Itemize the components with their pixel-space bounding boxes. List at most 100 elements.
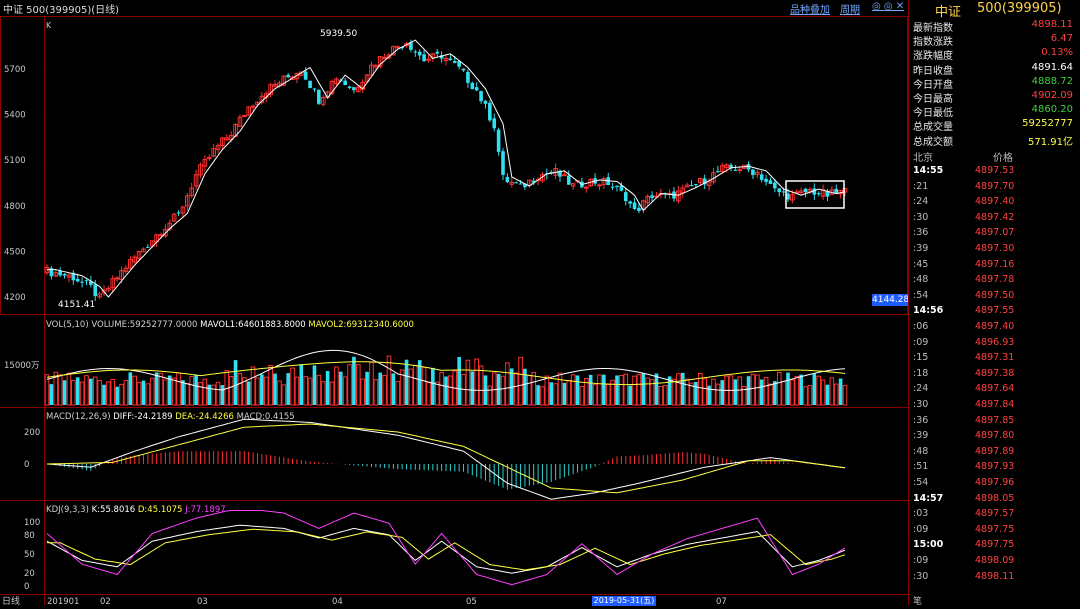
panel-borders	[0, 16, 908, 605]
volume-bar	[825, 384, 830, 405]
volume-bar	[491, 372, 497, 406]
macd-diff-line	[46, 418, 846, 500]
volume-bar	[373, 379, 379, 406]
volume-bar	[71, 379, 76, 406]
volume-bar	[207, 384, 212, 405]
volume-bar	[829, 377, 835, 406]
candle-body	[461, 68, 466, 71]
candle-body	[242, 114, 247, 117]
quote-row: 指数涨跌 6.47	[909, 33, 1080, 48]
volume-bar	[185, 383, 190, 406]
volume-bar	[605, 383, 611, 406]
kdj-legend: KDJ(9,3,3) K:55.8016 D:45.1075 J:77.1897	[46, 505, 226, 515]
volume-bar	[544, 375, 550, 406]
volume-bar	[676, 373, 681, 406]
tick-time: :18	[913, 367, 929, 379]
macd-legend: MACD(12,26,9) DIFF:-24.2189 DEA:-24.4266…	[46, 412, 295, 422]
volume-bar	[641, 373, 646, 405]
volume-bar	[694, 381, 698, 405]
candle-body	[637, 207, 641, 211]
candle-body	[466, 71, 470, 83]
kline-chart[interactable]: 57005400510048004500420015000万2000100805…	[0, 16, 908, 607]
tick-time: :30	[913, 399, 929, 410]
candle-body	[75, 278, 80, 282]
candle-body	[632, 202, 637, 210]
quote-label: 涨跌幅度	[913, 51, 953, 63]
tick-row: :39 4897.80	[909, 430, 1080, 446]
candle-body	[501, 151, 505, 175]
trade-tab[interactable]: 笔	[913, 594, 922, 607]
tick-time: :45	[913, 258, 929, 270]
volume-bar	[84, 375, 89, 406]
candle-body	[773, 182, 777, 189]
volume-bar	[746, 376, 751, 405]
candle-body	[474, 87, 479, 91]
volume-bar	[562, 382, 567, 405]
quote-row: 涨跌幅度 0.13%	[909, 47, 1080, 63]
volume-bar	[711, 378, 716, 406]
tick-time: 15:00	[913, 539, 944, 551]
volume-bar	[110, 379, 116, 406]
volume-bar	[448, 375, 453, 406]
kdj-y-tick: 0	[24, 582, 29, 592]
candle-body	[146, 246, 150, 248]
candle-body	[562, 174, 567, 177]
volume-bar	[342, 376, 348, 406]
volume-legend-item: VOL(5,10) VOLUME:59252777.0000	[46, 320, 197, 330]
quote-row: 总成交量 59252777	[909, 118, 1080, 133]
volume-bar	[773, 381, 777, 405]
chart-area[interactable]: 5700 5400 5100 4800 4500 4200 15000万 200 0 100 80 5…	[0, 16, 908, 607]
x-tick: 02	[100, 597, 111, 605]
candle-body	[312, 88, 317, 90]
volume-bar	[575, 375, 580, 405]
macd-y-tick: 200	[24, 428, 40, 438]
volume-bar	[413, 364, 418, 406]
tick-price: 4898.09	[975, 555, 1015, 566]
window-controls[interactable]: ◎ ◎ ✕	[872, 1, 904, 12]
volume-bar	[189, 376, 194, 406]
overlay-symbol-button[interactable]: 品种叠加	[790, 1, 830, 16]
candle-body	[733, 169, 738, 171]
candle-body	[623, 192, 628, 202]
tick-row: :21 4897.70	[909, 181, 1080, 197]
tick-time: :09	[913, 555, 929, 566]
volume-bar	[820, 379, 826, 406]
kdj-legend-item: K:55.8016	[89, 505, 135, 515]
volume-bar	[228, 376, 234, 406]
candle-body	[347, 86, 352, 89]
candle-body	[417, 51, 422, 56]
candle-body	[317, 89, 321, 104]
volume-bar	[776, 372, 782, 406]
x-tick: 04	[332, 597, 343, 605]
volume-bar	[158, 372, 164, 406]
volume-bar	[671, 378, 677, 406]
volume-bar	[233, 360, 238, 405]
candle-body	[413, 51, 418, 53]
quote-row: 最新指数 4898.11	[909, 19, 1080, 34]
price-y-tick: 4500	[4, 247, 26, 257]
volume-bar	[286, 373, 290, 405]
kdj-legend-item: D:45.1075	[135, 505, 182, 515]
volume-bar	[145, 383, 151, 406]
volume-y-tick: 15000万	[4, 361, 40, 371]
volume-bar	[115, 386, 119, 405]
volume-bar	[360, 378, 365, 406]
candle-body	[483, 100, 488, 104]
volume-bar	[171, 377, 177, 406]
current-price-tag: 4144.28	[872, 294, 910, 306]
k-label: K	[46, 21, 52, 30]
tick-time: :03	[913, 508, 929, 520]
quote-value: 4898.11	[1031, 19, 1073, 30]
candle-body	[610, 186, 615, 188]
quote-row: 昨日收盘 4891.64	[909, 62, 1080, 77]
candle-body	[615, 185, 619, 187]
ticks-header-right: 价格	[993, 153, 1013, 164]
tick-row: :36 4897.85	[909, 415, 1080, 431]
volume-bar	[365, 371, 369, 405]
quote-sidebar: 中证 500(399905) 最新指数 4898.11 指数涨跌 6.47 涨跌幅度 0.…	[908, 0, 1080, 607]
candle-body	[751, 169, 755, 176]
tick-price: 4897.53	[975, 165, 1015, 176]
volume-bar	[338, 371, 343, 405]
period-button[interactable]: 周期	[840, 1, 860, 16]
tick-price: 4897.75	[975, 523, 1015, 535]
